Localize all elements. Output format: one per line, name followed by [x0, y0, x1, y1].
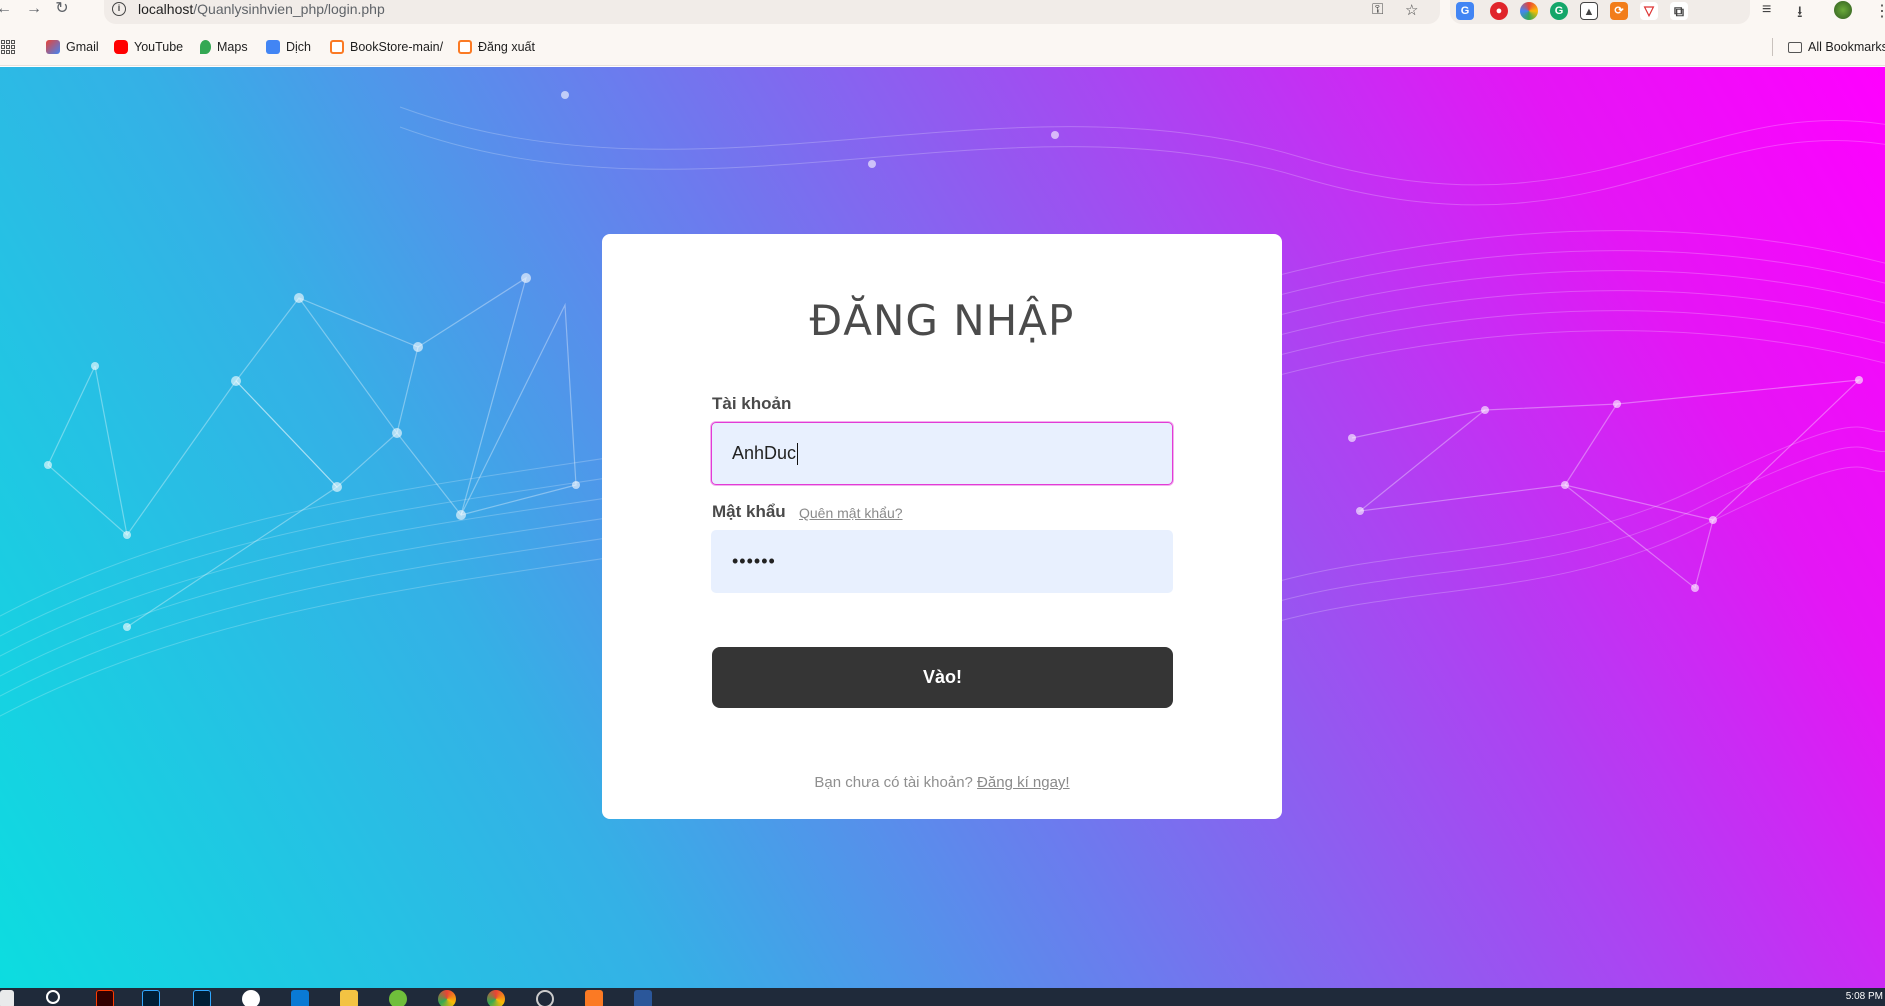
back-icon[interactable]: ← [0, 0, 14, 20]
chrome-active-icon[interactable] [487, 990, 505, 1006]
adblock-extension-icon[interactable]: ● [1490, 2, 1508, 20]
no-account-text: Bạn chưa có tài khoản? [814, 774, 973, 791]
app-green-icon[interactable] [389, 990, 407, 1006]
start-menu-icon[interactable] [0, 990, 14, 1006]
steam-icon[interactable] [536, 990, 554, 1006]
maps-icon [200, 40, 211, 54]
photoshop-icon[interactable] [142, 990, 160, 1006]
username-value: AnhDuc [732, 443, 797, 463]
forward-icon[interactable]: → [24, 0, 44, 20]
password-input[interactable]: •••••• [711, 530, 1173, 593]
bookmark-label: Đăng xuất [478, 40, 535, 54]
reload-icon[interactable]: ↻ [52, 0, 72, 20]
pocket-extension-icon[interactable]: ▽ [1640, 2, 1658, 20]
username-label: Tài khoản [712, 394, 792, 413]
bookmark-label: BookStore-main/ [350, 40, 444, 54]
reading-list-icon[interactable]: ≡ [1762, 1, 1771, 19]
translate-extension-icon[interactable]: G [1456, 2, 1474, 20]
sync-extension-icon[interactable]: ⟳ [1610, 2, 1628, 20]
register-prompt: Bạn chưa có tài khoản? Đăng kí ngay! [602, 774, 1282, 791]
login-page-background: ĐĂNG NHẬP Tài khoản AnhDuc Mật khẩu Quên… [0, 67, 1885, 988]
apps-grid-icon[interactable] [1, 40, 15, 54]
youtube-icon [114, 40, 128, 54]
grammarly-extension-icon[interactable]: G [1550, 2, 1568, 20]
bookmarks-divider [1772, 38, 1773, 56]
illustrator-icon[interactable] [96, 990, 114, 1006]
bookmark-label: YouTube [134, 40, 184, 54]
address-bar[interactable]: i localhost/Quanlysinhvien_php/login.php… [104, 0, 1440, 24]
file-explorer-icon[interactable] [340, 990, 358, 1006]
profile-avatar-icon[interactable] [1834, 1, 1852, 19]
password-value: •••••• [732, 551, 776, 571]
forgot-password-link[interactable]: Quên mật khẩu? [799, 505, 903, 521]
bookmark-maps[interactable]: Maps [200, 37, 248, 57]
login-title: ĐĂNG NHẬP [809, 296, 1075, 345]
bookmark-label: Maps [217, 40, 248, 54]
os-taskbar: 5:08 PM [0, 988, 1885, 1006]
chrome-icon[interactable] [438, 990, 456, 1006]
lightroom-icon[interactable] [193, 990, 211, 1006]
taskbar-clock: 5:08 PM [1845, 991, 1883, 1002]
gmail-icon [46, 40, 60, 54]
folder-icon [1788, 41, 1802, 53]
site-info-icon[interactable]: i [112, 2, 126, 16]
xampp-taskbar-icon[interactable] [585, 990, 603, 1006]
bookmark-translate[interactable]: Dịch [266, 37, 311, 57]
xampp-icon [330, 40, 344, 54]
login-card: ĐĂNG NHẬP Tài khoản AnhDuc Mật khẩu Quên… [602, 234, 1282, 819]
download-icon[interactable]: ⭳ [1797, 1, 1803, 28]
image-extension-icon[interactable]: ▲ [1580, 2, 1598, 20]
xampp-icon [458, 40, 472, 54]
submit-button[interactable]: Vào! [712, 647, 1173, 708]
url-path: /Quanlysinhvien_php/login.php [193, 1, 385, 17]
url-host: localhost [138, 1, 194, 17]
search-icon[interactable] [46, 990, 60, 1004]
vscode-icon[interactable] [291, 990, 309, 1006]
url-text[interactable]: localhost/Quanlysinhvien_php/login.php [138, 1, 385, 17]
word-icon[interactable] [634, 990, 652, 1006]
bookmark-label: Gmail [66, 40, 99, 54]
color-picker-extension-icon[interactable] [1520, 2, 1538, 20]
menu-dots-icon[interactable]: ⋮ [1874, 1, 1885, 21]
bookmark-logout[interactable]: Đăng xuất [458, 37, 535, 57]
all-bookmarks-folder[interactable]: All Bookmarks [1788, 37, 1885, 57]
bookmark-label: Dịch [286, 40, 312, 54]
text-caret [797, 443, 799, 466]
password-key-icon[interactable]: ⚿ [1372, 1, 1383, 18]
bookmark-gmail[interactable]: Gmail [46, 37, 99, 57]
extensions-area: G ● G ▲ ⟳ ▽ ⧉ [1450, 0, 1750, 24]
password-label: Mật khẩu [712, 502, 786, 521]
browser-toolbar: ← → ↻ i localhost/Quanlysinhvien_php/log… [0, 0, 1885, 26]
all-bookmarks-label: All Bookmarks [1808, 40, 1885, 54]
bookmark-youtube[interactable]: YouTube [114, 37, 183, 57]
username-input[interactable]: AnhDuc [711, 422, 1173, 485]
register-link[interactable]: Đăng kí ngay! [977, 774, 1070, 791]
bookmark-bookstore[interactable]: BookStore-main/ [330, 37, 443, 57]
extensions-puzzle-icon[interactable]: ⧉ [1670, 2, 1688, 20]
bookmarks-bar: Gmail YouTube Maps Dịch BookStore-main/ … [0, 26, 1885, 66]
zalo-icon[interactable] [242, 990, 260, 1006]
translate-icon [266, 40, 280, 54]
bookmark-star-icon[interactable]: ☆ [1405, 1, 1418, 19]
